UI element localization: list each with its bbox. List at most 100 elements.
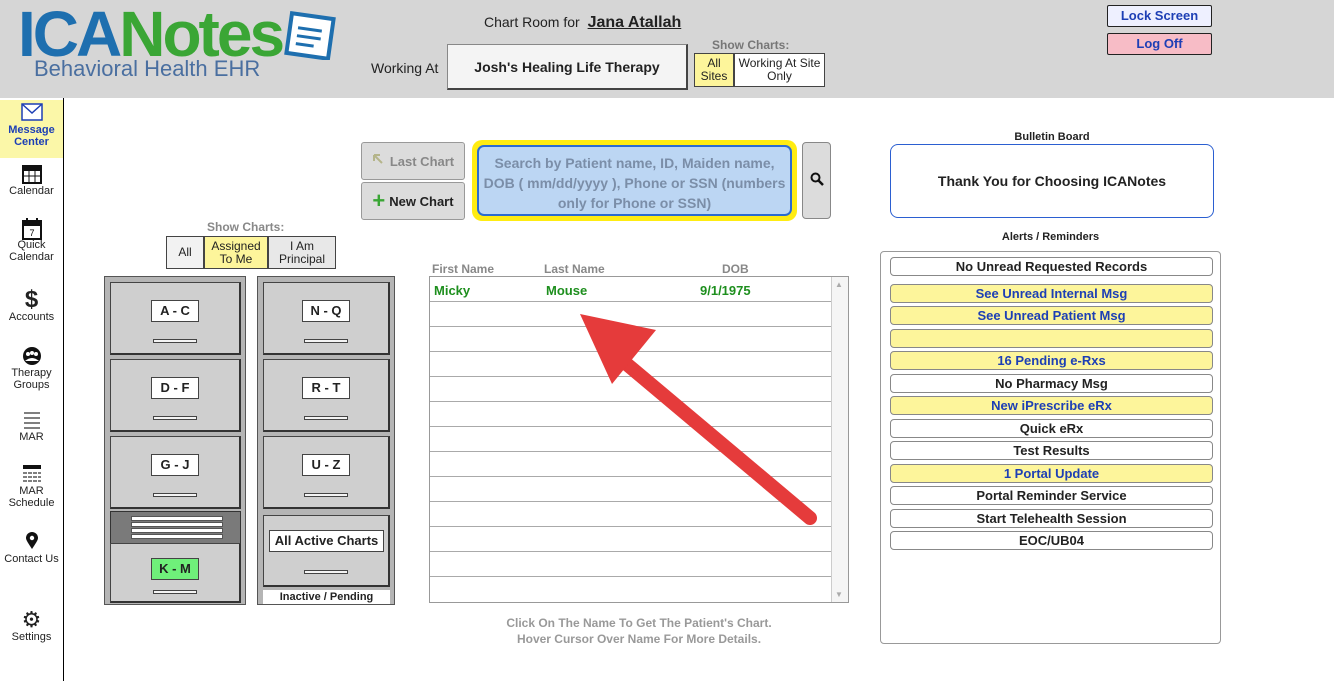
show-charts-header-label: Show Charts: (712, 38, 790, 52)
logo-tagline: Behavioral Health EHR (34, 56, 261, 81)
alert-portal-reminder-service[interactable]: Portal Reminder Service (890, 486, 1213, 505)
header-first-name: First Name (432, 262, 495, 276)
sidebar-item-therapy-groups[interactable]: Therapy Groups (0, 346, 63, 391)
sidebar-item-label: MAR Schedule (8, 485, 55, 509)
alert-no-unread-requested-records[interactable]: No Unread Requested Records (890, 257, 1213, 276)
help-line-1: Click On The Name To Get The Patient's C… (506, 616, 772, 630)
drawer-r-t[interactable]: R - T (263, 359, 390, 432)
drawer-label: U - Z (302, 454, 350, 476)
sidebar-item-calendar[interactable]: Calendar (0, 164, 63, 197)
all-active-charts-label: All Active Charts (269, 530, 384, 552)
all-active-charts-drawer[interactable]: All Active Charts (263, 515, 390, 587)
list-icon (0, 410, 63, 430)
drawer-d-f[interactable]: D - F (110, 359, 241, 432)
open-drawer-files (110, 511, 241, 545)
patient-last-name[interactable]: Mouse (546, 283, 587, 298)
alert-portal-update[interactable]: 1 Portal Update (890, 464, 1213, 483)
table-row (430, 577, 832, 602)
quick-calendar-icon: 7 (0, 218, 63, 240)
group-icon (0, 346, 63, 366)
drawer-n-q[interactable]: N - Q (263, 282, 390, 355)
drawer-g-j[interactable]: G - J (110, 436, 241, 509)
alert-quick-erx[interactable]: Quick eRx (890, 419, 1213, 438)
last-chart-label: Last Chart (389, 153, 455, 169)
search-button[interactable] (802, 142, 831, 219)
chart-room-label: Chart Room for (484, 14, 580, 30)
search-icon (810, 172, 824, 189)
alert-eoc-ub04[interactable]: EOC/UB04 (890, 531, 1213, 550)
drawer-label: G - J (151, 454, 199, 476)
alert-empty[interactable] (890, 329, 1213, 348)
scroll-up-icon[interactable]: ▲ (835, 280, 843, 289)
table-row[interactable]: Micky Mouse 9/1/1975 (430, 277, 832, 302)
drawer-handle (304, 339, 348, 343)
show-all-sites-button[interactable]: All Sites (694, 53, 734, 87)
log-off-button[interactable]: Log Off (1107, 33, 1212, 55)
patient-search-input[interactable]: Search by Patient name, ID, Maiden name,… (477, 145, 792, 216)
sidebar-item-label: Contact Us (4, 553, 59, 565)
patient-dob: 9/1/1975 (700, 283, 751, 298)
last-chart-button[interactable]: Last Chart (361, 142, 465, 180)
chart-room-title: Chart Room for Jana Atallah (484, 14, 681, 32)
show-all-charts-button[interactable]: All (166, 236, 204, 269)
file-cabinet-right: N - Q R - T U - Z All Active Charts Inac… (257, 276, 395, 605)
app-header: ICANotes Behavioral Health EHR Chart Roo… (0, 0, 1334, 98)
drawer-handle (304, 493, 348, 497)
assigned-to-me-button[interactable]: Assigned To Me (204, 236, 268, 269)
drawer-label: N - Q (302, 300, 350, 322)
red-arrow-icon (580, 314, 817, 525)
patient-search-container: Search by Patient name, ID, Maiden name,… (472, 140, 797, 221)
bulletin-board-title: Bulletin Board (1014, 131, 1090, 143)
sidebar-item-contact-us[interactable]: Contact Us (0, 532, 63, 565)
patient-list-headers: First Name Last Name DOB (432, 262, 832, 276)
sidebar-item-label: Accounts (8, 311, 55, 323)
patient-list-scrollbar[interactable]: ▲ ▼ (831, 277, 848, 602)
sidebar-item-accounts[interactable]: $ Accounts (0, 288, 63, 324)
alert-pending-erxs[interactable]: 16 Pending e-Rxs (890, 351, 1213, 370)
patient-first-name[interactable]: Micky (434, 283, 470, 298)
drawer-label: K - M (151, 558, 199, 580)
show-charts-label: Show Charts: (207, 220, 285, 234)
drawer-handle (153, 590, 197, 594)
sidebar-item-quick-calendar[interactable]: 7 Quick Calendar (0, 218, 63, 263)
drawer-label: A - C (151, 300, 199, 322)
inactive-pending-button[interactable]: Inactive / Pending (263, 590, 390, 604)
sidebar-item-label: MAR (19, 431, 44, 443)
site-selector[interactable]: Josh's Healing Life Therapy (447, 44, 688, 90)
sidebar-item-label: Message Center (8, 124, 55, 148)
alert-unread-internal-msg[interactable]: See Unread Internal Msg (890, 284, 1213, 303)
quick-calendar-badge: 7 (29, 228, 34, 238)
help-line-2: Hover Cursor Over Name For More Details. (516, 632, 762, 646)
i-am-principal-button[interactable]: I Am Principal (268, 236, 336, 269)
alert-start-telehealth-session[interactable]: Start Telehealth Session (890, 509, 1213, 528)
lock-screen-button[interactable]: Lock Screen (1107, 5, 1212, 27)
header-last-name: Last Name (544, 262, 605, 276)
file-cabinet-left: A - C D - F G - J K - M (104, 276, 246, 605)
sidebar-item-message-center[interactable]: Message Center (0, 100, 63, 158)
alert-test-results[interactable]: Test Results (890, 441, 1213, 460)
alerts-reminders-title: Alerts / Reminders (1001, 231, 1100, 243)
sidebar-item-settings[interactable]: ⚙ Settings (0, 607, 63, 644)
drawer-handle (153, 493, 197, 497)
new-chart-button[interactable]: + New Chart (361, 182, 465, 220)
gear-icon: ⚙ (21, 607, 42, 632)
alert-unread-patient-msg[interactable]: See Unread Patient Msg (890, 306, 1213, 325)
drawer-a-c[interactable]: A - C (110, 282, 241, 355)
scroll-down-icon[interactable]: ▼ (835, 590, 843, 599)
sidebar-item-label: Therapy Groups (11, 367, 52, 391)
alert-new-iprescribe-erx[interactable]: New iPrescribe eRx (890, 396, 1213, 415)
drawer-handle (304, 570, 348, 574)
sidebar-item-mar[interactable]: MAR (0, 410, 63, 443)
drawer-u-z[interactable]: U - Z (263, 436, 390, 509)
working-at-label: Working At (371, 60, 439, 76)
sidebar-item-mar-schedule[interactable]: MAR Schedule (0, 464, 63, 509)
show-working-site-button[interactable]: Working At Site Only (734, 53, 825, 87)
document-icon (284, 11, 336, 60)
alert-pharmacy-msg[interactable]: No Pharmacy Msg (890, 374, 1213, 393)
table-row (430, 552, 832, 577)
drawer-label: D - F (151, 377, 199, 399)
sidebar: Message Center Calendar 7 Quick Calendar… (0, 98, 64, 681)
drawer-k-m[interactable]: K - M (110, 543, 241, 603)
user-name: Jana Atallah (587, 14, 682, 31)
header-dob: DOB (722, 262, 749, 276)
